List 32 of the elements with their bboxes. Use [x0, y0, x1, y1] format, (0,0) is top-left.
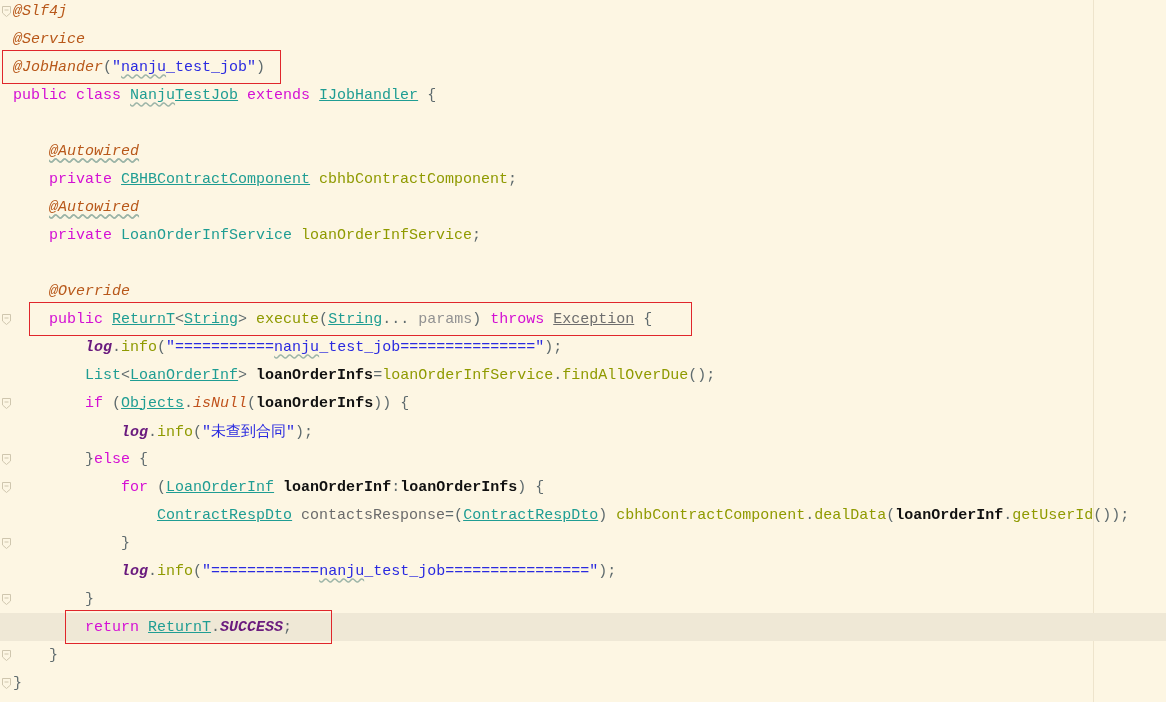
- code-line: for (LoanOrderInf loanOrderInf:loanOrderInfs) {: [120, 478, 545, 496]
- code-line: public class NanjuTestJob extends IJobHandler {: [13, 86, 437, 104]
- code-line: @Autowired: [48, 198, 140, 216]
- code-line: }else {: [84, 450, 149, 468]
- fold-marker-icon[interactable]: [2, 5, 11, 17]
- code-line: }: [48, 646, 59, 664]
- fold-marker-icon[interactable]: [2, 453, 11, 465]
- fold-marker-icon[interactable]: [2, 397, 11, 409]
- fold-marker-icon[interactable]: [2, 593, 11, 605]
- code-line: ContractRespDto contactsResponse=(ContractRespDto) cbhbContractComponent.dealData(loanOrderInf.getUserId());: [156, 506, 1130, 524]
- fold-marker-icon[interactable]: [2, 313, 11, 325]
- code-line: log.info("未查到合同");: [120, 422, 314, 441]
- code-line: @Service: [13, 30, 85, 48]
- code-line: }: [84, 590, 95, 608]
- code-line: }: [13, 674, 22, 692]
- fold-marker-icon[interactable]: [2, 677, 11, 689]
- code-line: @JobHander("nanju_test_job"): [13, 58, 266, 76]
- fold-marker-icon[interactable]: [2, 481, 11, 493]
- code-line: if (Objects.isNull(loanOrderInfs)) {: [84, 394, 410, 412]
- code-line: @Autowired: [48, 142, 140, 160]
- code-line: }: [120, 534, 131, 552]
- fold-marker-icon[interactable]: [2, 649, 11, 661]
- code-line: @Override: [48, 282, 131, 300]
- code-line: private LoanOrderInfService loanOrderInfService;: [48, 226, 482, 244]
- code-line: private CBHBContractComponent cbhbContractComponent;: [48, 170, 518, 188]
- fold-marker-icon[interactable]: [2, 537, 11, 549]
- code-line: log.info("===========nanju_test_job===============");: [84, 338, 563, 356]
- code-line: List<LoanOrderInf> loanOrderInfs=loanOrderInfService.findAllOverDue();: [84, 366, 716, 384]
- code-line: return ReturnT.SUCCESS;: [84, 618, 293, 636]
- code-line: public ReturnT<String> execute(String... params) throws Exception {: [48, 310, 653, 328]
- code-line: log.info("============nanju_test_job================");: [120, 562, 617, 580]
- code-line: @Slf4j: [13, 2, 67, 20]
